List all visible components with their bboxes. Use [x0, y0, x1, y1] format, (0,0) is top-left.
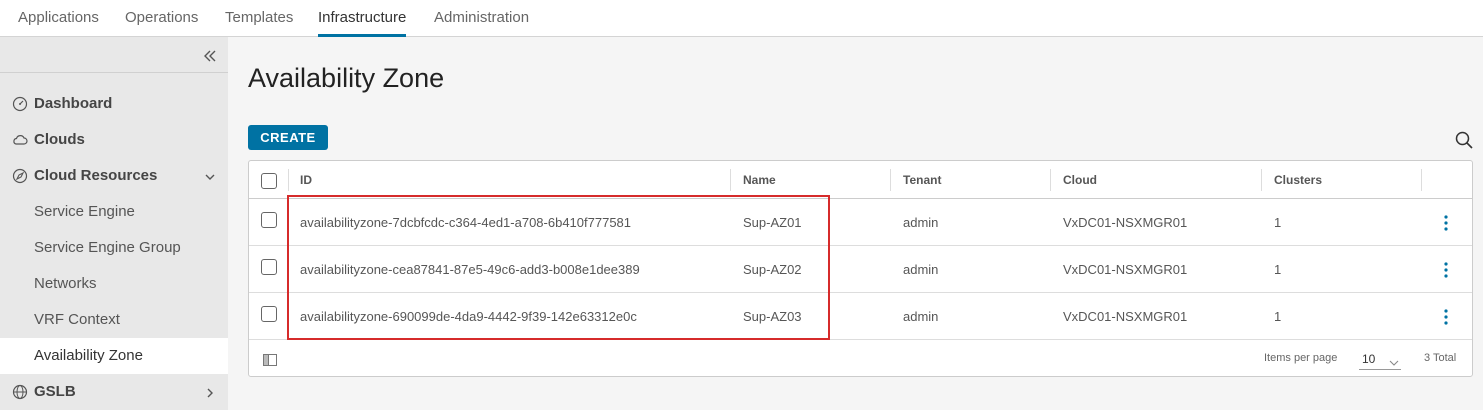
select-all-checkbox[interactable] — [261, 173, 277, 189]
sidebar-item-label: GSLB — [34, 383, 76, 400]
cell-id[interactable]: availabilityzone-690099de-4da9-4442-9f39… — [300, 293, 637, 339]
row-actions-kebab-icon[interactable] — [1439, 213, 1453, 233]
tab-templates[interactable]: Templates — [225, 0, 293, 37]
page-title: Availability Zone — [248, 63, 445, 93]
sidebar-item-clouds[interactable]: Clouds — [0, 122, 228, 158]
sidebar-item-label: Clouds — [34, 131, 85, 148]
sidebar-item-label: Service Engine — [34, 203, 135, 220]
column-header-tenant[interactable]: Tenant — [903, 161, 941, 198]
cell-tenant: admin — [903, 215, 939, 230]
cell-name: Sup-AZ01 — [743, 215, 802, 230]
cell-tenant: admin — [903, 309, 939, 324]
items-per-page-label: Items per page — [1264, 352, 1338, 364]
column-header-id[interactable]: ID — [300, 161, 312, 198]
globe-icon — [12, 384, 28, 400]
sidebar-item-label: Service Engine Group — [34, 239, 181, 256]
column-header-cloud[interactable]: Cloud — [1063, 161, 1097, 198]
column-divider — [288, 169, 289, 191]
sidebar-item-service-engine[interactable]: Service Engine — [0, 194, 228, 230]
tab-operations[interactable]: Operations — [125, 0, 198, 37]
availability-zone-table: ID Name Tenant Cloud Clusters availabili… — [248, 160, 1473, 377]
sidebar-item-dashboard[interactable]: Dashboard — [0, 86, 228, 122]
chevron-right-icon — [204, 386, 216, 398]
cell-id[interactable]: availabilityzone-cea87841-87e5-49c6-add3… — [300, 246, 640, 292]
sidebar-item-cloud-resources[interactable]: Cloud Resources — [0, 158, 228, 194]
tab-applications[interactable]: Applications — [18, 0, 99, 37]
double-chevron-left-icon[interactable] — [200, 46, 220, 66]
tab-infrastructure[interactable]: Infrastructure — [318, 0, 407, 37]
cloud-icon — [12, 132, 28, 148]
row-checkbox[interactable] — [261, 212, 277, 228]
column-header-clusters[interactable]: Clusters — [1274, 161, 1322, 198]
cell-cloud: VxDC01-NSXMGR01 — [1063, 215, 1188, 230]
cell-name: Sup-AZ02 — [743, 262, 802, 277]
column-divider — [1050, 169, 1051, 191]
create-button[interactable]: CREATE — [248, 125, 328, 150]
column-toggle-icon[interactable] — [263, 353, 277, 366]
column-divider — [890, 169, 891, 191]
sidebar-divider — [0, 72, 228, 73]
cell-name: Sup-AZ03 — [743, 309, 802, 324]
top-navigation: Applications Operations Templates Infras… — [0, 0, 1483, 37]
sidebar-item-label: VRF Context — [34, 311, 120, 328]
sidebar-item-networks[interactable]: Networks — [0, 266, 228, 302]
sidebar-item-gslb[interactable]: GSLB — [0, 374, 228, 410]
chevron-down-icon — [204, 170, 216, 182]
column-divider — [1421, 169, 1422, 191]
column-header-name[interactable]: Name — [743, 161, 776, 198]
cell-cloud: VxDC01-NSXMGR01 — [1063, 309, 1188, 324]
sidebar-item-service-engine-group[interactable]: Service Engine Group — [0, 230, 228, 266]
cell-clusters: 1 — [1274, 309, 1282, 324]
cell-cloud: VxDC01-NSXMGR01 — [1063, 262, 1188, 277]
tab-administration[interactable]: Administration — [434, 0, 529, 37]
sidebar-item-availability-zone[interactable]: Availability Zone — [0, 338, 228, 374]
table-row: availabilityzone-7dcbfcdc-c364-4ed1-a708… — [249, 199, 1472, 246]
search-icon[interactable] — [1454, 130, 1474, 150]
cell-tenant: admin — [903, 262, 939, 277]
sidebar-item-label: Availability Zone — [34, 347, 143, 364]
table-row: availabilityzone-690099de-4da9-4442-9f39… — [249, 293, 1472, 340]
column-divider — [1261, 169, 1262, 191]
table-row: availabilityzone-cea87841-87e5-49c6-add3… — [249, 246, 1472, 293]
sidebar-item-label: Cloud Resources — [34, 167, 158, 184]
row-checkbox[interactable] — [261, 306, 277, 322]
sidebar: Dashboard Clouds Cloud Resources Service… — [0, 37, 228, 410]
table-header: ID Name Tenant Cloud Clusters — [249, 161, 1472, 199]
table-footer: Items per page 10 3 Total — [249, 340, 1472, 377]
row-actions-kebab-icon[interactable] — [1439, 307, 1453, 327]
sidebar-item-vrf-context[interactable]: VRF Context — [0, 302, 228, 338]
row-actions-kebab-icon[interactable] — [1439, 260, 1453, 280]
sidebar-item-label: Dashboard — [34, 95, 113, 112]
total-count: 3 Total — [1424, 352, 1457, 364]
sidebar-item-label: Networks — [34, 275, 97, 292]
column-divider — [730, 169, 731, 191]
cell-clusters: 1 — [1274, 262, 1282, 277]
compass-icon — [12, 168, 28, 184]
chevron-down-icon — [1389, 354, 1399, 366]
cell-id[interactable]: availabilityzone-7dcbfcdc-c364-4ed1-a708… — [300, 199, 631, 245]
cell-clusters: 1 — [1274, 215, 1282, 230]
items-per-page-value: 10 — [1362, 352, 1376, 366]
row-checkbox[interactable] — [261, 259, 277, 275]
speedometer-icon — [12, 96, 28, 112]
items-per-page-select[interactable]: 10 — [1359, 348, 1401, 370]
